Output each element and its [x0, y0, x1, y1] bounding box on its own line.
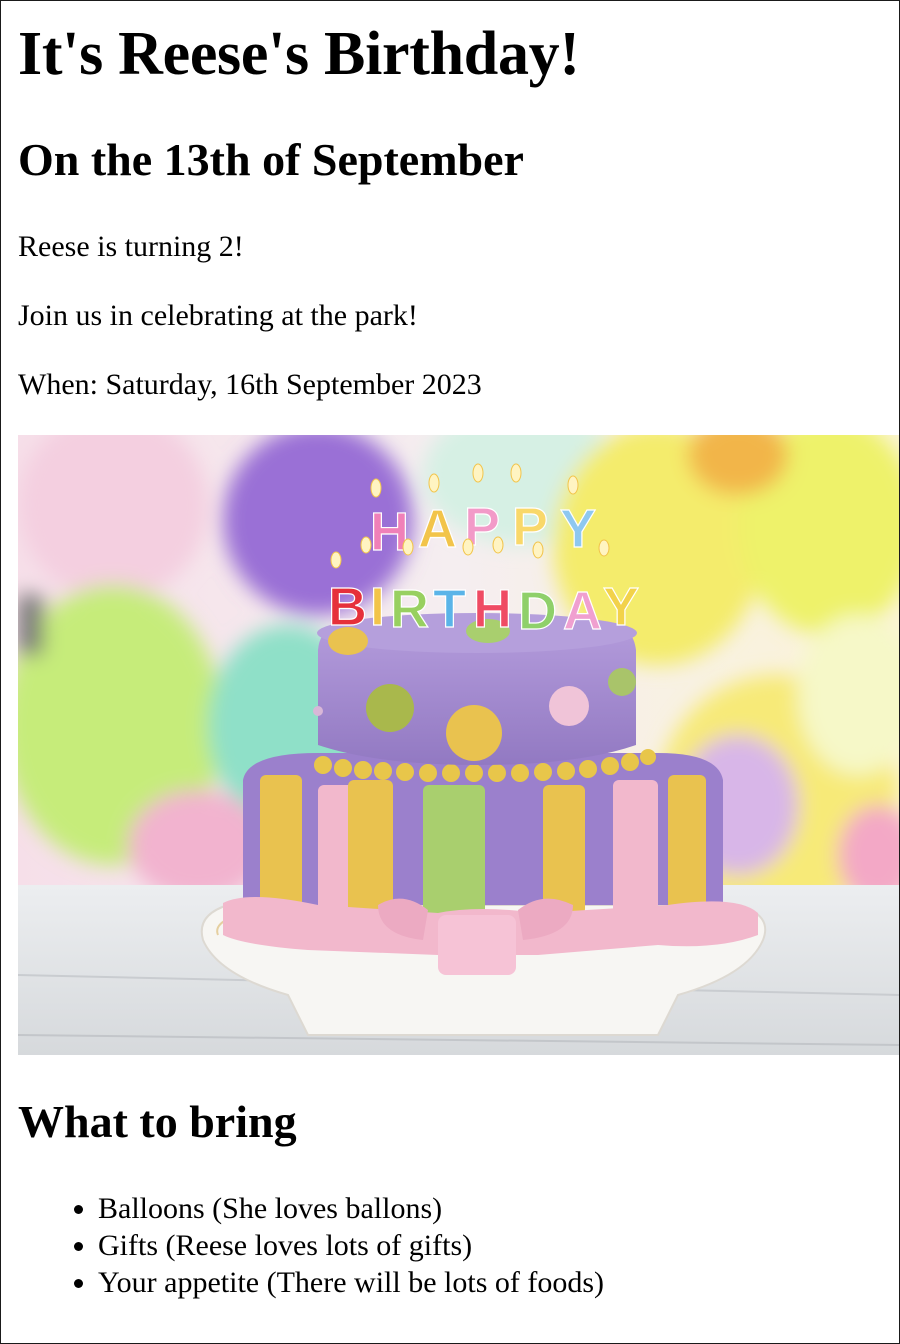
- svg-text:H: H: [370, 502, 409, 562]
- svg-text:A: A: [418, 499, 457, 559]
- svg-text:R: R: [390, 579, 429, 639]
- svg-text:T: T: [433, 579, 466, 639]
- svg-text:Y: Y: [560, 499, 596, 559]
- birthday-cake-image: H A P P Y B I R T H D A Y: [18, 435, 899, 1055]
- what-to-bring-heading: What to bring: [18, 1096, 297, 1147]
- invite-paragraph: Join us in celebrating at the park!: [18, 299, 418, 332]
- svg-text:B: B: [328, 577, 367, 637]
- when-paragraph: When: Saturday, 16th September 2023: [18, 368, 482, 401]
- svg-text:D: D: [518, 581, 557, 641]
- bring-list: Balloons (She loves ballons) Gifts (Rees…: [1, 1190, 604, 1301]
- date-heading: On the 13th of September: [18, 134, 524, 185]
- svg-text:H: H: [473, 579, 512, 639]
- list-item: Gifts (Reese loves lots of gifts): [98, 1227, 604, 1264]
- svg-text:A: A: [563, 581, 602, 641]
- svg-text:Y: Y: [603, 577, 639, 637]
- list-item: Balloons (She loves ballons): [98, 1190, 604, 1227]
- svg-text:I: I: [370, 577, 385, 637]
- age-paragraph: Reese is turning 2!: [18, 230, 244, 263]
- page-frame: It's Reese's Birthday! On the 13th of Se…: [0, 0, 900, 1344]
- list-item: Your appetite (There will be lots of foo…: [98, 1264, 604, 1301]
- page-title: It's Reese's Birthday!: [18, 20, 580, 88]
